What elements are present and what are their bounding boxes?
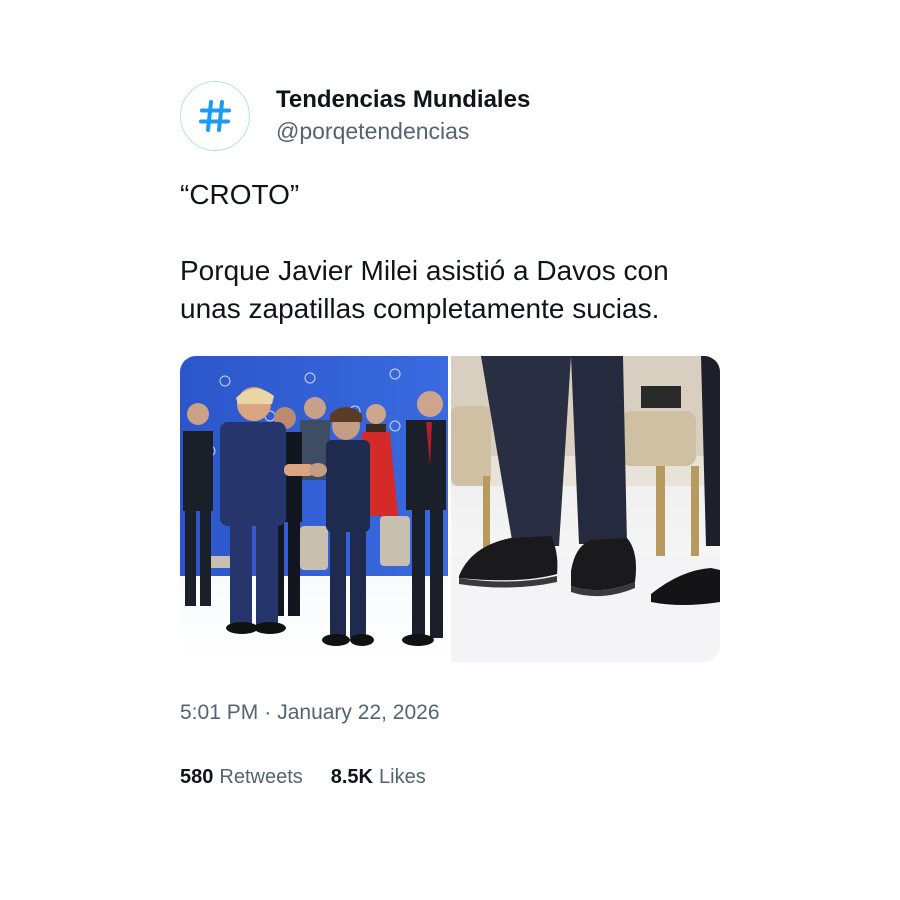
media-grid bbox=[180, 356, 720, 662]
tweet-body: Porque Javier Milei asistió a Davos con … bbox=[180, 255, 669, 324]
handshake-photo[interactable] bbox=[180, 356, 448, 662]
tweet-timestamp[interactable]: 5:01 PM · January 22, 2026 bbox=[180, 700, 720, 726]
retweets-label: Retweets bbox=[219, 766, 303, 788]
tweet-card: Tendencias Mundiales @porqetendencias “C… bbox=[180, 80, 720, 790]
hashtag-icon bbox=[199, 100, 231, 132]
tweet-title-line: “CROTO” bbox=[180, 179, 300, 210]
avatar[interactable] bbox=[180, 81, 250, 151]
tweet-time: 5:01 PM bbox=[180, 701, 259, 724]
likes-label: Likes bbox=[379, 766, 426, 788]
retweets-stat[interactable]: 580 Retweets bbox=[180, 764, 303, 790]
display-name[interactable]: Tendencias Mundiales bbox=[276, 86, 530, 114]
tweet-date: January 22, 2026 bbox=[277, 701, 440, 724]
likes-count: 8.5K bbox=[330, 766, 373, 788]
tweet-header: Tendencias Mundiales @porqetendencias bbox=[180, 80, 720, 152]
tweet-stats: 580 Retweets 8.5K Likes bbox=[180, 764, 720, 790]
sneakers-closeup-photo[interactable] bbox=[451, 356, 720, 662]
likes-stat[interactable]: 8.5K Likes bbox=[331, 764, 426, 790]
retweets-count: 580 bbox=[180, 766, 214, 788]
timestamp-separator: · bbox=[264, 701, 272, 724]
user-names: Tendencias Mundiales @porqetendencias bbox=[276, 86, 530, 146]
user-handle[interactable]: @porqetendencias bbox=[276, 116, 530, 146]
tweet-text: “CROTO” Porque Javier Milei asistió a Da… bbox=[180, 176, 720, 328]
